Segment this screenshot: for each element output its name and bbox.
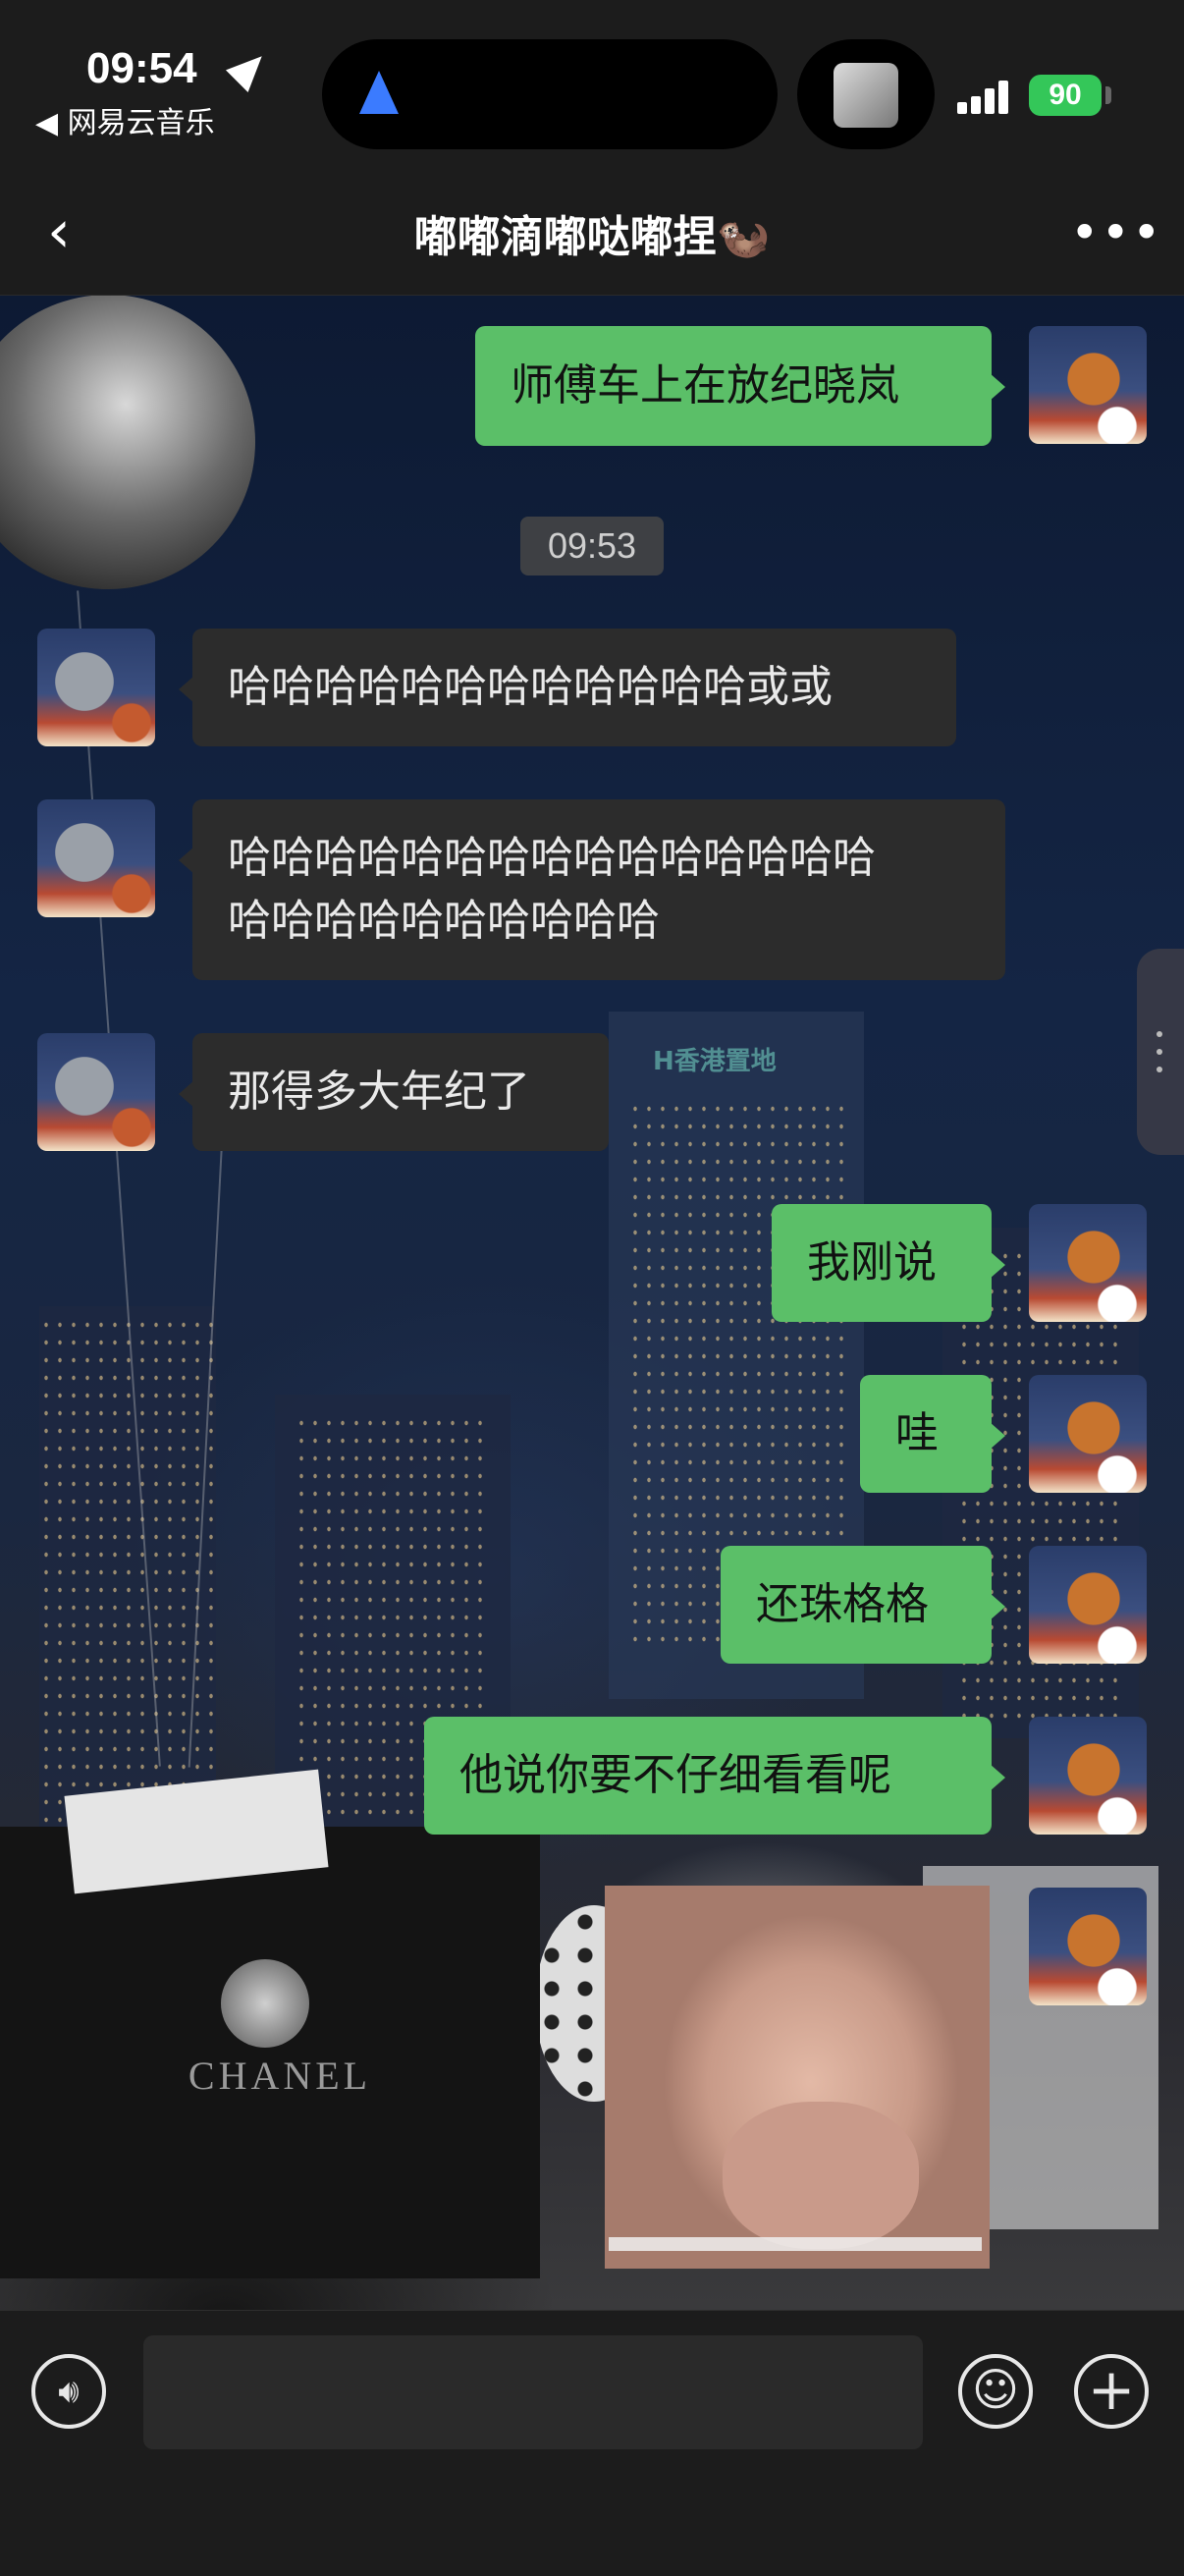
outgoing-message[interactable]: 我刚说 bbox=[772, 1204, 1005, 1322]
status-time: 09:54 bbox=[86, 44, 197, 92]
contact-avatar[interactable] bbox=[37, 629, 155, 746]
contact-avatar[interactable] bbox=[37, 1033, 155, 1151]
back-to-app-link[interactable]: ◀ 网易云音乐 bbox=[35, 98, 215, 141]
plus-icon[interactable]: + bbox=[1074, 2354, 1149, 2429]
chat-title: 嘟嘟滴嘟哒嘟捏🦦 bbox=[413, 212, 771, 262]
emoji-icon[interactable]: ☺ bbox=[958, 2354, 1033, 2429]
album-art-icon bbox=[834, 63, 898, 128]
sticker-hand bbox=[723, 2102, 919, 2249]
my-avatar[interactable] bbox=[1029, 1717, 1147, 1835]
my-avatar[interactable] bbox=[1029, 1546, 1147, 1664]
voice-icon[interactable]: 🔊︎ bbox=[31, 2354, 106, 2429]
incoming-message[interactable]: 哈哈哈哈哈哈哈哈哈哈哈哈哈哈哈 哈哈哈哈哈哈哈哈哈哈 bbox=[179, 799, 1005, 980]
signal-icon bbox=[957, 79, 1016, 114]
my-avatar[interactable] bbox=[1029, 326, 1147, 444]
outgoing-message[interactable]: 哇 bbox=[860, 1375, 1005, 1493]
bag-brand-text: CHANEL bbox=[188, 2054, 372, 2098]
incoming-message[interactable]: 哈哈哈哈哈哈哈哈哈哈哈哈或或 bbox=[179, 629, 956, 746]
contact-avatar[interactable] bbox=[37, 799, 155, 917]
message-input[interactable] bbox=[143, 2335, 923, 2449]
battery-tip bbox=[1105, 86, 1111, 104]
battery-indicator: 90 bbox=[1029, 75, 1102, 116]
side-drawer-handle[interactable] bbox=[1137, 949, 1184, 1155]
outgoing-message[interactable]: 师傅车上在放纪晓岚 bbox=[475, 326, 1005, 446]
outgoing-message[interactable]: 还珠格格 bbox=[721, 1546, 1005, 1664]
message-line: 哈哈哈哈哈哈哈哈哈哈 bbox=[228, 896, 660, 946]
camellia-icon bbox=[221, 1959, 309, 2048]
message-line: 哈哈哈哈哈哈哈哈哈哈哈哈哈哈哈 bbox=[228, 833, 876, 883]
navigation-arrow-icon bbox=[359, 71, 399, 114]
my-avatar[interactable] bbox=[1029, 1204, 1147, 1322]
sticker-image[interactable] bbox=[605, 1886, 990, 2269]
outgoing-message[interactable]: 他说你要不仔细看看呢 bbox=[424, 1717, 1005, 1835]
message-timestamp: 09:53 bbox=[520, 517, 664, 575]
incoming-message[interactable]: 那得多大年纪了 bbox=[179, 1033, 609, 1151]
sticker-caption-bar bbox=[609, 2237, 982, 2251]
my-avatar[interactable] bbox=[1029, 1375, 1147, 1493]
my-avatar[interactable] bbox=[1029, 1888, 1147, 2005]
building-sign: H香港置地 bbox=[653, 1047, 777, 1076]
more-icon[interactable]: ••• bbox=[1070, 204, 1162, 261]
